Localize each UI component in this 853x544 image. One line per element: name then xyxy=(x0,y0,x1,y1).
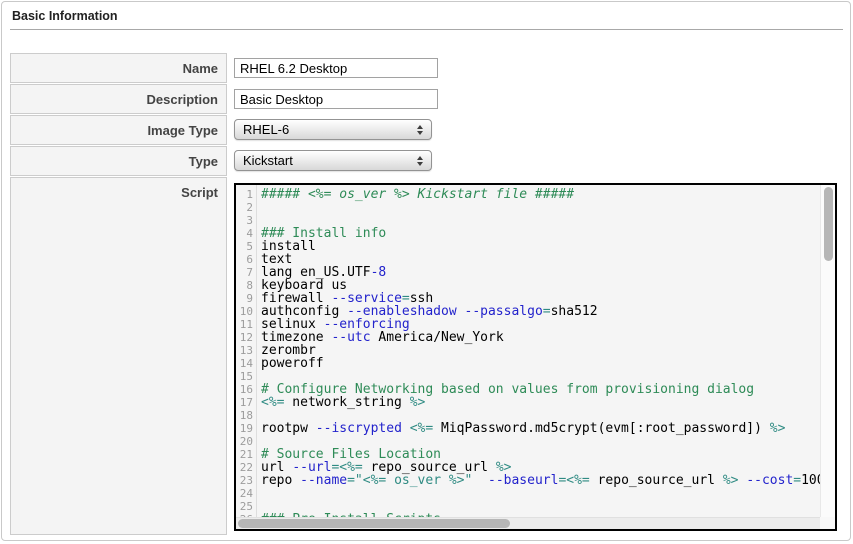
line-number: 15 xyxy=(236,370,253,383)
scrollbar-corner xyxy=(820,517,835,529)
line-number: 11 xyxy=(236,318,253,331)
code-line[interactable] xyxy=(261,201,820,214)
script-editor[interactable]: 1234567891011121314151617181920212223242… xyxy=(234,183,837,531)
panel-title: Basic Information xyxy=(12,9,118,23)
line-number: 4 xyxy=(236,227,253,240)
line-number: 6 xyxy=(236,253,253,266)
editor-line-number-gutter: 1234567891011121314151617181920212223242… xyxy=(236,185,257,517)
image-type-select[interactable]: RHEL-6 xyxy=(234,119,432,140)
line-number: 20 xyxy=(236,435,253,448)
description-input[interactable] xyxy=(234,89,438,109)
field-row-script: Script xyxy=(10,177,227,535)
type-selected-value: Kickstart xyxy=(235,153,417,168)
image-type-label: Image Type xyxy=(147,123,218,138)
select-stepper-arrows-icon xyxy=(417,156,423,166)
line-number: 9 xyxy=(236,292,253,305)
editor-viewport[interactable]: 1234567891011121314151617181920212223242… xyxy=(236,185,820,517)
image-type-selected-value: RHEL-6 xyxy=(235,122,417,137)
line-number: 16 xyxy=(236,383,253,396)
select-stepper-arrows-icon xyxy=(417,125,423,135)
line-number: 2 xyxy=(236,201,253,214)
code-line[interactable]: ##### <%= os_ver %> Kickstart file ##### xyxy=(261,188,820,201)
line-number: 13 xyxy=(236,344,253,357)
basic-information-panel: Basic Information Name Description Image… xyxy=(1,1,851,541)
name-input[interactable] xyxy=(234,58,438,78)
code-line[interactable] xyxy=(261,487,820,500)
line-number: 14 xyxy=(236,357,253,370)
arrow-down-icon xyxy=(417,131,423,135)
line-number: 7 xyxy=(236,266,253,279)
line-number: 22 xyxy=(236,461,253,474)
code-line[interactable]: repo --name="<%= os_ver %>" --baseurl=<%… xyxy=(261,474,820,487)
line-number: 21 xyxy=(236,448,253,461)
line-number: 23 xyxy=(236,474,253,487)
type-select[interactable]: Kickstart xyxy=(234,150,432,171)
code-line[interactable]: ### Install info xyxy=(261,227,820,240)
editor-vertical-scrollbar[interactable] xyxy=(820,185,835,517)
line-number: 25 xyxy=(236,500,253,513)
editor-code-area[interactable]: ##### <%= os_ver %> Kickstart file #####… xyxy=(257,185,820,517)
code-line[interactable]: poweroff xyxy=(261,357,820,370)
editor-horizontal-scrollbar[interactable] xyxy=(236,517,820,529)
code-line[interactable]: zerombr xyxy=(261,344,820,357)
arrow-up-icon xyxy=(417,156,423,160)
line-number: 1 xyxy=(236,188,253,201)
horizontal-scrollbar-thumb[interactable] xyxy=(238,519,510,528)
code-line[interactable]: <%= network_string %> xyxy=(261,396,820,409)
type-label: Type xyxy=(189,154,218,169)
code-line[interactable]: timezone --utc America/New_York xyxy=(261,331,820,344)
vertical-scrollbar-thumb[interactable] xyxy=(824,187,833,261)
line-number: 8 xyxy=(236,279,253,292)
arrow-up-icon xyxy=(417,125,423,129)
line-number: 5 xyxy=(236,240,253,253)
field-row-description: Description xyxy=(10,84,227,114)
code-line[interactable]: rootpw --iscrypted <%= MiqPassword.md5cr… xyxy=(261,422,820,435)
line-number: 12 xyxy=(236,331,253,344)
field-row-image-type: Image Type xyxy=(10,115,227,145)
description-label: Description xyxy=(146,92,218,107)
line-number: 17 xyxy=(236,396,253,409)
header-divider xyxy=(10,29,843,30)
line-number: 24 xyxy=(236,487,253,500)
script-label: Script xyxy=(181,185,218,200)
line-number: 10 xyxy=(236,305,253,318)
line-number: 19 xyxy=(236,422,253,435)
name-label: Name xyxy=(183,61,218,76)
field-row-type: Type xyxy=(10,146,227,176)
field-row-name: Name xyxy=(10,53,227,83)
code-line[interactable]: install xyxy=(261,240,820,253)
line-number: 18 xyxy=(236,409,253,422)
arrow-down-icon xyxy=(417,162,423,166)
line-number: 3 xyxy=(236,214,253,227)
